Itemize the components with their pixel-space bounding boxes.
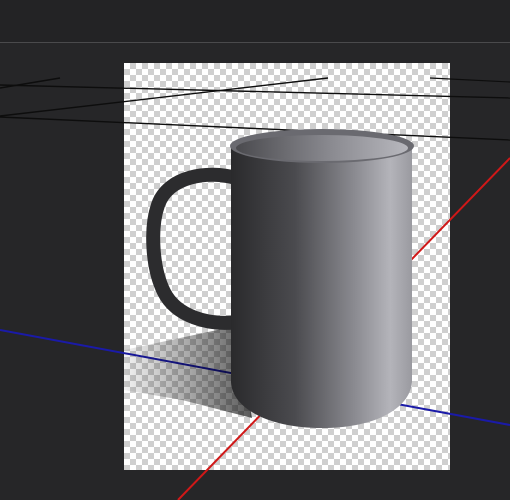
mug-handle [146,167,245,330]
scene-canvas[interactable] [0,0,510,500]
guide-line [0,77,329,117]
3d-viewport[interactable] [0,0,510,500]
mug-inner [236,135,408,161]
guide-line [429,77,510,83]
mug-body [231,146,412,428]
guide-lines [0,77,510,141]
